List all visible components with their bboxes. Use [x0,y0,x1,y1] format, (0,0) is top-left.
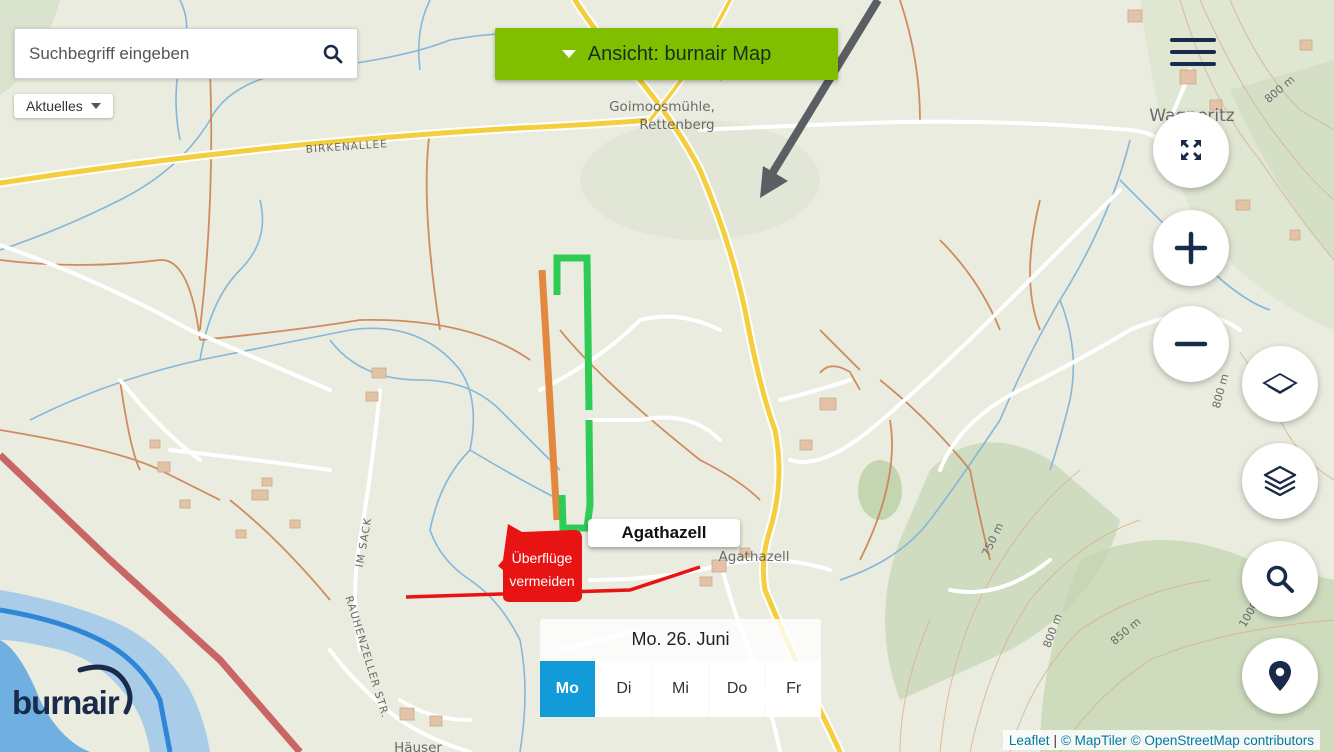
search-box [14,28,358,79]
date-title: Mo. 26. Juni [631,629,730,649]
attribution-separator: | [1053,732,1057,748]
map-label-agathazell: Agathazell [718,549,789,565]
layers-stack-icon [1263,465,1297,497]
no-fly-warning[interactable]: Überflüge vermeiden [502,540,582,600]
warning-line-1: Überflüge [511,550,573,566]
view-selector-label: Ansicht: burnair Map [587,42,772,65]
hamburger-icon-line [1170,50,1216,54]
map-search-button[interactable] [1242,541,1318,617]
location-pin-icon [1269,661,1291,691]
map-label-goimoosmuehle: Goimoosmühle, [609,99,715,115]
burnair-logo: burnair [12,664,133,724]
view-selector-button[interactable]: Ansicht: burnair Map [495,28,838,80]
fullscreen-icon [1181,140,1201,160]
day-button-mi[interactable]: Mi [653,661,708,717]
leaflet-link[interactable]: Leaflet [1009,733,1050,748]
map-label-haeuser: Häuser [394,740,442,752]
layer-icon [1262,372,1298,395]
zoom-out-button[interactable] [1153,306,1229,382]
search-input[interactable] [15,29,309,78]
location-label[interactable]: Agathazell [588,519,740,547]
locate-button[interactable] [1242,638,1318,714]
day-button-fr[interactable]: Fr [766,661,821,717]
search-icon [323,44,343,63]
osm-link[interactable]: © OpenStreetMap contributors [1131,733,1314,748]
day-button-mo[interactable]: Mo [540,661,595,717]
day-selector: Mo Di Mi Do Fr [540,661,821,717]
date-picker: Mo. 26. Juni Mo Di Mi Do Fr [540,619,821,717]
aktuelles-dropdown[interactable]: Aktuelles [14,94,113,118]
zoom-in-button[interactable] [1153,210,1229,286]
search-submit-button[interactable] [309,29,357,78]
aktuelles-label: Aktuelles [26,98,83,114]
plus-icon [1174,231,1208,265]
maptiler-link[interactable]: © MapTiler [1061,733,1127,748]
layer-toggle-button[interactable] [1242,346,1318,422]
menu-button[interactable] [1170,38,1216,68]
warning-line-2: vermeiden [509,573,575,589]
logo-text: burnair [12,684,120,721]
search-icon [1266,565,1294,593]
caret-down-icon [561,50,576,58]
minus-icon [1174,341,1208,347]
map-attribution: Leaflet | © MapTiler © OpenStreetMap con… [1002,730,1320,750]
map-label-rettenberg: Rettenberg [639,117,714,133]
layers-button[interactable] [1242,443,1318,519]
hamburger-icon [1170,38,1216,42]
day-button-di[interactable]: Di [596,661,652,717]
chevron-down-icon [90,103,101,109]
day-button-do[interactable]: Do [709,661,765,717]
hamburger-icon-line [1170,62,1216,66]
fullscreen-button[interactable] [1153,112,1229,188]
